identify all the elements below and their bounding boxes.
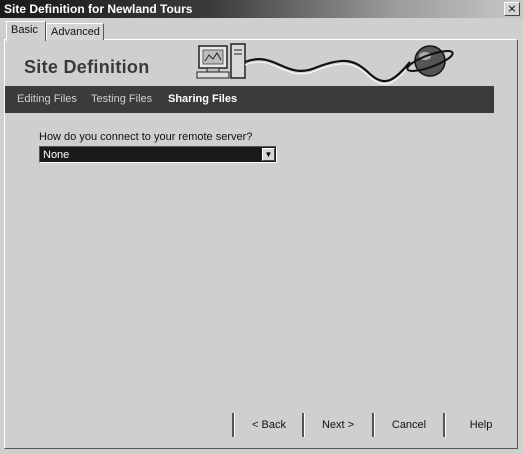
- help-button[interactable]: Help: [450, 414, 512, 436]
- close-button[interactable]: ×: [504, 2, 520, 16]
- computer-to-globe-icon: [196, 43, 454, 85]
- nav-item-testing-files[interactable]: Testing Files: [91, 93, 152, 105]
- nav-item-sharing-files[interactable]: Sharing Files: [168, 93, 237, 105]
- cancel-button[interactable]: Cancel: [378, 414, 440, 436]
- button-separator: [302, 413, 305, 437]
- button-separator: [232, 413, 235, 437]
- button-separator: [443, 413, 446, 437]
- button-separator: [372, 413, 375, 437]
- wizard-nav: Editing Files Testing Files Sharing File…: [5, 86, 494, 113]
- page-title: Site Definition: [24, 57, 150, 77]
- tab-advanced[interactable]: Advanced: [46, 23, 104, 40]
- title-bar: Site Definition for Newland Tours ×: [0, 0, 523, 18]
- chevron-down-icon[interactable]: ▼: [262, 148, 275, 161]
- connection-select-value: None: [43, 149, 70, 161]
- nav-item-editing-files[interactable]: Editing Files: [17, 93, 77, 105]
- banner: Site Definition: [5, 40, 494, 86]
- back-button[interactable]: < Back: [240, 414, 298, 436]
- next-button[interactable]: Next >: [307, 414, 369, 436]
- connection-select[interactable]: None ▼: [39, 146, 277, 163]
- tab-basic[interactable]: Basic: [6, 21, 46, 41]
- window-title: Site Definition for Newland Tours: [4, 2, 193, 16]
- connection-question-label: How do you connect to your remote server…: [39, 131, 253, 143]
